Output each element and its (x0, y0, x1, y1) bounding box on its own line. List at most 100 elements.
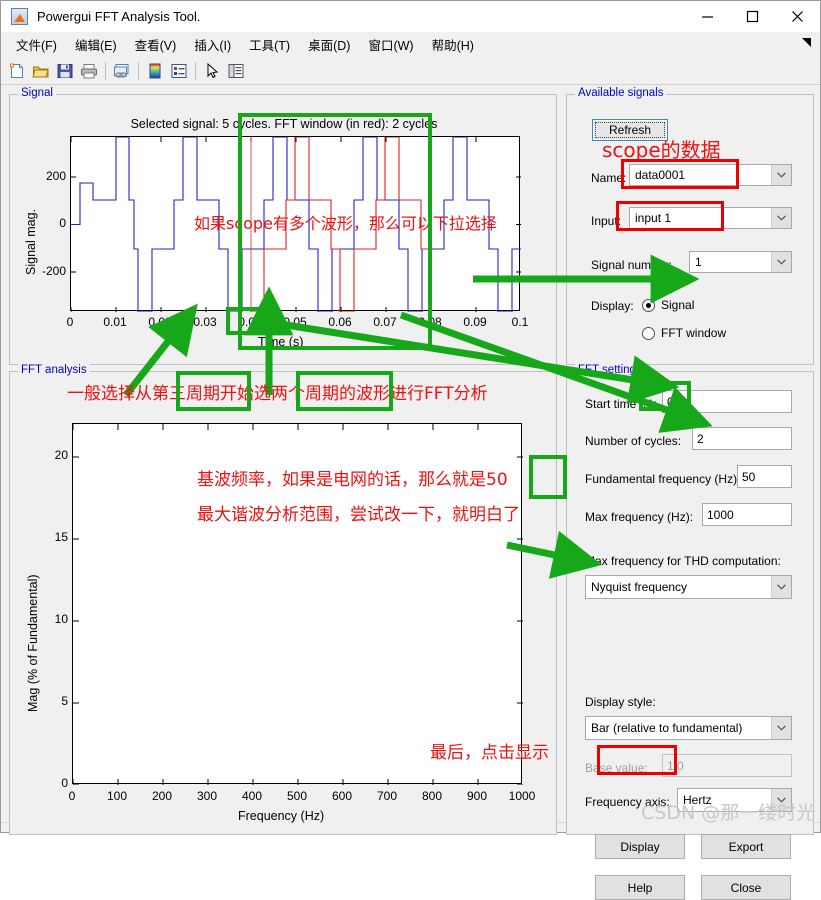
max-frequency-thd-combobox[interactable]: Nyquist frequency (585, 575, 792, 599)
fundamental-frequency-input[interactable]: 50 (737, 465, 792, 488)
number-of-cycles-label: Number of cycles: (585, 434, 682, 448)
export-button[interactable]: Export (701, 834, 791, 859)
signal-number-value: 1 (695, 255, 702, 269)
tool-bar (1, 57, 820, 85)
save-icon[interactable] (53, 59, 77, 83)
signal-panel-title: Signal (18, 87, 56, 99)
csdn-watermark: CSDN @那一缕时光 (641, 802, 816, 824)
signal-xtick-001: 0.01 (103, 315, 127, 329)
print-icon[interactable] (77, 59, 101, 83)
colorbar-icon[interactable] (143, 59, 167, 83)
annotation-fundamental-note: 基波频率，如果是电网的话，那么就是50 (197, 470, 508, 490)
fft-analysis-title: FFT analysis (18, 364, 90, 376)
help-button[interactable]: Help (595, 875, 685, 900)
fundamental-frequency-value: 50 (742, 469, 756, 484)
fft-xtick-500: 500 (286, 789, 308, 803)
display-style-combobox[interactable]: Bar (relative to fundamental) (585, 716, 792, 740)
chevron-down-icon[interactable] (771, 717, 791, 739)
display-button-label: Display (620, 839, 660, 854)
fft-xtick-1000: 1000 (508, 789, 536, 803)
fft-xtick-400: 400 (241, 789, 263, 803)
annotation-cycle-choice: 一般选择从第三周期开始选两个周期的波形进行FFT分析 (67, 384, 488, 404)
highlight-004-tick (226, 307, 266, 335)
max-frequency-thd-label: Max frequency for THD computation: (585, 554, 781, 568)
app-window: Powergui FFT Analysis Tool. 文件(F) 编辑(E) … (0, 0, 821, 900)
menu-insert[interactable]: 插入(I) (185, 33, 240, 56)
signal-number-combobox[interactable]: 1 (689, 251, 792, 273)
export-button-label: Export (728, 839, 764, 854)
fft-ylabel: Mag (% of Fundamental) (26, 574, 40, 712)
annotation-max-harmonic-note: 最大谐波分析范围，尝试改一下，就明白了 (197, 505, 520, 525)
radio-display-signal[interactable]: Signal (642, 298, 694, 312)
highlight-fft-window-region (238, 113, 432, 350)
fft-xtick-700: 700 (376, 789, 398, 803)
fft-xtick-100: 100 (106, 789, 128, 803)
chevron-down-icon[interactable] (771, 208, 791, 228)
chevron-down-icon[interactable] (771, 576, 791, 598)
toolbar-separator (105, 61, 106, 80)
link-plot-icon[interactable] (110, 59, 134, 83)
minimize-icon[interactable] (685, 1, 730, 32)
signal-ytick-200: 200 (45, 169, 66, 183)
highlight-display-button (597, 745, 677, 775)
display-label: Display: (591, 299, 634, 313)
menu-help[interactable]: 帮助(H) (423, 33, 483, 56)
base-value-input: 1.0 (662, 754, 792, 777)
highlight-name-field (621, 159, 739, 189)
signal-xtick-01: 0.1 (511, 315, 529, 329)
max-frequency-input[interactable]: 1000 (702, 503, 792, 526)
new-figure-icon[interactable] (5, 59, 29, 83)
available-signals-title: Available signals (575, 87, 667, 99)
fft-settings-title: FFT settings (575, 364, 645, 376)
chevron-down-icon[interactable] (771, 252, 791, 272)
dock-arrow-icon[interactable] (800, 36, 814, 50)
chevron-down-icon[interactable] (771, 165, 791, 185)
highlight-start-time-value (639, 381, 691, 411)
fundamental-frequency-label: Fundamental frequency (Hz): (585, 472, 741, 486)
toolbar-separator (195, 61, 196, 80)
matlab-figure-icon (11, 7, 28, 25)
menu-tools[interactable]: 工具(T) (240, 33, 299, 56)
number-of-cycles-value: 2 (697, 431, 704, 446)
toolbar-separator (138, 61, 139, 80)
fft-xtick-600: 600 (331, 789, 353, 803)
fft-analysis-panel: FFT analysis 20 15 10 5 0 Mag (% of Fund… (9, 364, 557, 835)
radio-display-fft-window-label: FFT window (661, 326, 727, 340)
display-button[interactable]: Display (595, 834, 685, 859)
close-icon[interactable] (775, 1, 820, 32)
close-button[interactable]: Close (701, 875, 791, 900)
fft-ytick-20: 20 (54, 448, 68, 462)
highlight-two-cycles-text (296, 371, 393, 411)
display-style-value: Bar (relative to fundamental) (591, 721, 743, 735)
legend-icon[interactable] (167, 59, 191, 83)
signal-xtick-002: 0.02 (148, 315, 172, 329)
max-frequency-label: Max frequency (Hz): (585, 510, 694, 524)
pointer-icon[interactable] (200, 59, 224, 83)
menu-edit[interactable]: 编辑(E) (66, 33, 126, 56)
plot-browser-icon[interactable] (224, 59, 248, 83)
fft-xtick-800: 800 (421, 789, 443, 803)
highlight-third-cycle-text (176, 371, 251, 411)
open-folder-icon[interactable] (29, 59, 53, 83)
radio-display-fft-window[interactable]: FFT window (642, 326, 726, 340)
close-button-label: Close (730, 880, 762, 895)
window-controls (685, 1, 820, 32)
menu-file[interactable]: 文件(F) (7, 33, 66, 56)
maximize-icon[interactable] (730, 1, 775, 32)
number-of-cycles-input[interactable]: 2 (692, 427, 792, 450)
radio-off-icon (642, 326, 655, 340)
menu-bar: 文件(F) 编辑(E) 查看(V) 插入(I) 工具(T) 桌面(D) 窗口(W… (1, 32, 820, 57)
fft-xtick-0: 0 (68, 789, 76, 803)
signal-xtick-0: 0 (66, 315, 74, 329)
menu-desktop[interactable]: 桌面(D) (299, 33, 359, 56)
fft-ytick-15: 15 (54, 530, 68, 544)
main-content: Signal Selected signal: 5 cycles. FFT wi… (1, 85, 820, 900)
fft-xtick-200: 200 (151, 789, 173, 803)
signal-xtick-003: 0.03 (193, 315, 217, 329)
radio-display-signal-label: Signal (661, 298, 695, 312)
fft-xlabel: Frequency (Hz) (238, 809, 325, 823)
highlight-input-field (616, 201, 724, 231)
menu-window[interactable]: 窗口(W) (359, 33, 422, 56)
menu-view[interactable]: 查看(V) (126, 33, 186, 56)
window-title: Powergui FFT Analysis Tool. (37, 8, 201, 24)
